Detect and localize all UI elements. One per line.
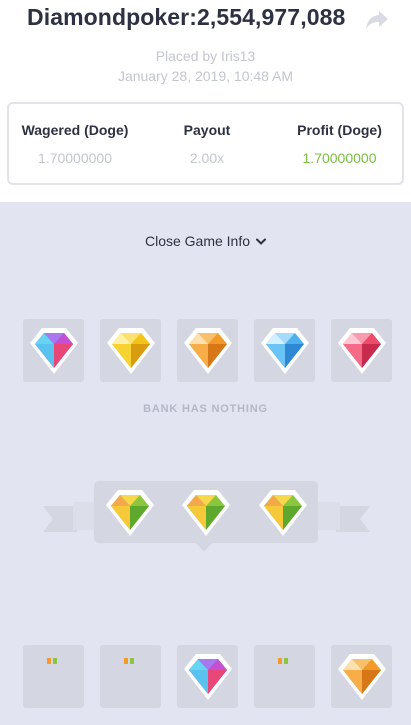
green-gem-icon [257, 487, 309, 539]
profit-value: 1.70000000 [302, 150, 377, 166]
blue-gem-icon [259, 325, 311, 377]
wagered-value: 1.70000000 [38, 150, 112, 166]
share-icon[interactable] [364, 8, 390, 32]
dealer-slot [23, 319, 84, 382]
payout-value: 2.00x [189, 150, 225, 166]
bank-result-text: BANK HAS NOTHING [143, 403, 268, 415]
game-info-panel: Close Game Info BANK HAS NOTHING [0, 202, 411, 725]
payout-label: Payout [183, 122, 231, 138]
bet-meta: Placed by Iris13 January 28, 2019, 10:48… [0, 46, 411, 86]
orange-gem-icon [182, 325, 234, 377]
placed-by: Placed by Iris13 [155, 48, 256, 64]
close-game-info-button[interactable]: Close Game Info [0, 233, 411, 249]
player-slot-hidden [100, 645, 161, 708]
red-gem-icon [336, 325, 388, 377]
bet-title: Diamondpoker:2,554,977,088 [27, 4, 346, 30]
chevron-down-icon [256, 238, 267, 246]
green-gem-icon [180, 487, 232, 539]
bet-header: Diamondpoker:2,554,977,088 Placed by Iri… [0, 0, 411, 202]
close-game-info-label: Close Game Info [144, 233, 251, 249]
player-slot [177, 645, 238, 708]
orange-gem-icon [336, 651, 388, 703]
wagered-label: Wagered (Doge) [21, 122, 129, 138]
hidden-marker-icon [278, 651, 290, 664]
bet-date: January 28, 2019, 10:48 AM [117, 68, 294, 84]
yellow-gem-icon [105, 325, 157, 377]
dealer-slot [177, 319, 238, 382]
dealer-slot [331, 319, 392, 382]
player-slot [331, 645, 392, 708]
player-slot-hidden [23, 645, 84, 708]
hidden-marker-icon [124, 651, 136, 664]
profit-label: Profit (Doge) [297, 122, 382, 138]
dealer-slot [100, 319, 161, 382]
purple-gem-icon [182, 651, 234, 703]
winning-combo-panel [94, 481, 318, 552]
green-gem-icon [104, 487, 156, 539]
player-slot-hidden [254, 645, 315, 708]
dealer-slot [254, 319, 315, 382]
bet-stats-card: Wagered (Doge) 1.70000000 Payout 2.00x P… [7, 102, 404, 185]
hidden-marker-icon [47, 651, 59, 664]
purple-gem-icon [28, 325, 80, 377]
